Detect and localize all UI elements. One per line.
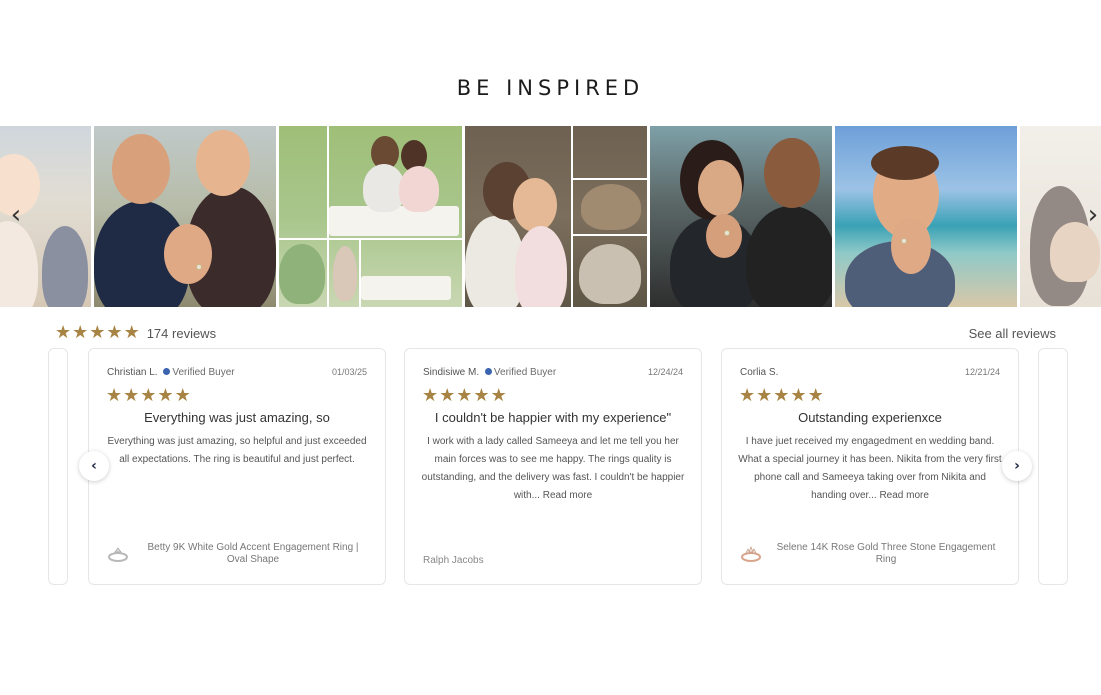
star-icon: ★ <box>140 385 157 406</box>
review-stars: ★★★★★ <box>422 385 508 406</box>
star-icon: ★ <box>807 385 824 406</box>
review-carousel: Christian L. Verified Buyer 01/03/25 ★★★… <box>0 348 1101 588</box>
review-body: Everything was just amazing, so helpful … <box>105 433 369 469</box>
photo-carousel <box>0 126 1101 307</box>
see-all-reviews-link[interactable]: See all reviews <box>969 326 1056 341</box>
review-title: I couldn't be happier with my experience… <box>434 410 672 425</box>
review-body: I work with a lady called Sameeya and le… <box>421 433 685 505</box>
chevron-left-icon: ‹ <box>10 200 22 230</box>
read-more-link[interactable]: Read more <box>543 490 592 501</box>
verified-badge-icon <box>163 368 171 375</box>
review-stars: ★★★★★ <box>739 385 825 406</box>
star-icon: ★ <box>739 385 756 406</box>
review-card-partial-left <box>48 348 68 585</box>
photo-car-selfie[interactable] <box>650 126 832 307</box>
review-date: 12/21/24 <box>964 367 1000 377</box>
star-icon: ★ <box>790 385 807 406</box>
review-card: Sindisiwe M. Verified Buyer 12/24/24 ★★★… <box>404 348 702 585</box>
product-name: Selene 14K Rose Gold Three Stone Engagem… <box>776 542 996 565</box>
review-stars: ★★★★★ <box>106 385 192 406</box>
photo-picnic-collage[interactable] <box>279 126 462 307</box>
section-title: BE INSPIRED <box>456 76 645 100</box>
photo-next-button[interactable]: › <box>1083 200 1101 230</box>
read-more-link[interactable]: Read more <box>879 490 928 501</box>
chevron-right-icon: › <box>1087 200 1099 230</box>
star-icon: ★ <box>439 385 456 406</box>
review-date: 01/03/25 <box>331 367 367 377</box>
chevron-left-icon: ‹ <box>91 458 97 474</box>
photo-prev-button[interactable]: ‹ <box>6 200 26 230</box>
review-title: Outstanding experienxce <box>798 410 942 425</box>
star-icon: ★ <box>72 322 89 343</box>
ring-icon <box>741 546 761 562</box>
review-count: 174 reviews <box>146 325 217 341</box>
star-icon: ★ <box>123 322 140 343</box>
star-icon: ★ <box>756 385 773 406</box>
review-text: Everything was just amazing, so helpful … <box>107 436 367 465</box>
product-name: Betty 9K White Gold Accent Engagement Ri… <box>147 542 359 565</box>
photo-couple-ring[interactable] <box>94 126 276 307</box>
star-icon: ★ <box>89 322 106 343</box>
photo-beach-man[interactable] <box>835 126 1017 307</box>
star-icon: ★ <box>422 385 439 406</box>
review-date: 12/24/24 <box>647 367 683 377</box>
photo-forest-collage[interactable] <box>465 126 647 307</box>
reviews-prev-button[interactable]: ‹ <box>79 451 109 481</box>
verified-badge-icon <box>484 368 492 375</box>
review-product[interactable]: Betty 9K White Gold Accent Engagement Ri… <box>107 542 367 566</box>
star-icon: ★ <box>473 385 490 406</box>
review-text: I have juet received my engagedment en w… <box>738 436 1002 501</box>
review-title: Everything was just amazing, so <box>144 410 330 425</box>
reviews-next-button[interactable]: › <box>1002 451 1032 481</box>
review-card: Christian L. Verified Buyer 01/03/25 ★★★… <box>88 348 386 585</box>
review-product[interactable]: Selene 14K Rose Gold Three Stone Engagem… <box>740 542 1000 566</box>
star-icon: ★ <box>773 385 790 406</box>
verified-label: Verified Buyer <box>172 367 235 378</box>
review-card-partial-right <box>1038 348 1068 585</box>
star-icon: ★ <box>174 385 191 406</box>
review-author-row: Ralph Jacobs <box>423 555 683 566</box>
star-icon: ★ <box>490 385 507 406</box>
star-icon: ★ <box>106 385 123 406</box>
star-icon: ★ <box>123 385 140 406</box>
reviewer-name: Christian L. <box>107 367 158 378</box>
ring-icon <box>108 547 128 562</box>
review-body: I have juet received my engagedment en w… <box>738 433 1002 505</box>
star-icon: ★ <box>106 322 123 343</box>
review-author: Ralph Jacobs <box>423 555 484 566</box>
star-icon: ★ <box>456 385 473 406</box>
star-icon: ★ <box>55 322 72 343</box>
reviewer-name: Corlia S. <box>740 367 779 378</box>
reviewer-name: Sindisiwe M. <box>423 367 480 378</box>
verified-label: Verified Buyer <box>493 367 557 378</box>
review-card: Corlia S. 12/21/24 ★★★★★ Outstanding exp… <box>721 348 1019 585</box>
rating-summary: ★ ★ ★ ★ ★ 174 reviews <box>55 323 216 343</box>
chevron-right-icon: › <box>1014 458 1020 474</box>
star-icon: ★ <box>157 385 174 406</box>
